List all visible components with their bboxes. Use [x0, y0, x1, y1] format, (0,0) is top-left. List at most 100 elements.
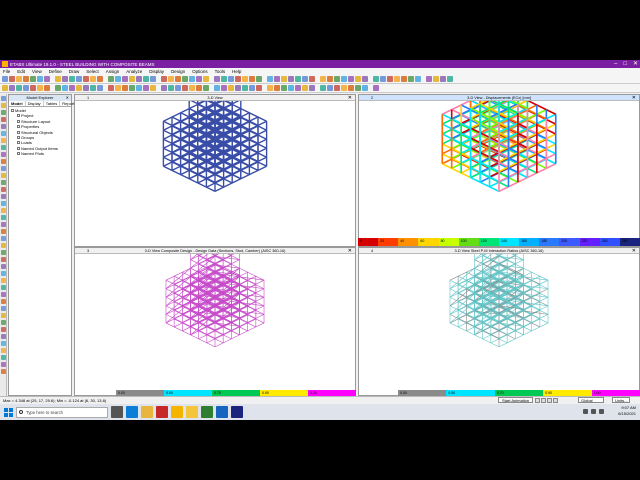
- toolbar-tool-icon[interactable]: [83, 85, 89, 91]
- toolbar-tool-icon[interactable]: [214, 85, 220, 91]
- toolbar-tool-icon[interactable]: [281, 76, 287, 82]
- draw-tool-icon[interactable]: [1, 187, 6, 192]
- menu-define[interactable]: Define: [49, 69, 62, 74]
- draw-tool-icon[interactable]: [1, 229, 6, 234]
- toolbar-tool-icon[interactable]: [44, 85, 50, 91]
- toolbar-tool-icon[interactable]: [143, 85, 149, 91]
- toolbar-tool-icon[interactable]: [108, 76, 114, 82]
- expand-icon[interactable]: [17, 114, 20, 118]
- draw-tool-icon[interactable]: [1, 334, 6, 339]
- toolbar-tool-icon[interactable]: [150, 85, 156, 91]
- toolbar-tool-icon[interactable]: [161, 85, 167, 91]
- file-explorer-icon[interactable]: [141, 406, 153, 418]
- toolbar-tool-icon[interactable]: [440, 76, 446, 82]
- toolbar-tool-icon[interactable]: [9, 85, 15, 91]
- toolbar-tool-icon[interactable]: [16, 76, 22, 82]
- toolbar-tool-icon[interactable]: [228, 85, 234, 91]
- toolbar-tool-icon[interactable]: [433, 76, 439, 82]
- toolbar-tool-icon[interactable]: [334, 76, 340, 82]
- draw-tool-icon[interactable]: [1, 124, 6, 129]
- prev-step-icon[interactable]: [541, 398, 546, 403]
- menu-tools[interactable]: Tools: [215, 69, 226, 74]
- close-button[interactable]: ✕: [633, 60, 638, 68]
- tab-model[interactable]: Model: [9, 101, 26, 106]
- toolbar-tool-icon[interactable]: [189, 85, 195, 91]
- draw-tool-icon[interactable]: [1, 145, 6, 150]
- draw-tool-icon[interactable]: [1, 222, 6, 227]
- toolbar-tool-icon[interactable]: [447, 76, 453, 82]
- toolbar-tool-icon[interactable]: [355, 85, 361, 91]
- toolbar-tool-icon[interactable]: [9, 76, 15, 82]
- toolbar-tool-icon[interactable]: [288, 85, 294, 91]
- toolbar-tool-icon[interactable]: [320, 85, 326, 91]
- draw-tool-icon[interactable]: [1, 369, 6, 374]
- etabs-taskbar-icon[interactable]: [231, 406, 243, 418]
- toolbar-tool-icon[interactable]: [62, 76, 68, 82]
- battery-icon[interactable]: [599, 409, 604, 414]
- maximize-button[interactable]: □: [623, 60, 627, 68]
- toolbar-tool-icon[interactable]: [380, 76, 386, 82]
- toolbar-tool-icon[interactable]: [309, 76, 315, 82]
- toolbar-tool-icon[interactable]: [267, 85, 273, 91]
- toolbar-tool-icon[interactable]: [37, 85, 43, 91]
- menu-select[interactable]: Select: [86, 69, 99, 74]
- toolbar-tool-icon[interactable]: [394, 76, 400, 82]
- toolbar-tool-icon[interactable]: [235, 76, 241, 82]
- chrome-browser-icon[interactable]: [171, 406, 183, 418]
- draw-tool-icon[interactable]: [1, 257, 6, 262]
- tree-node-named-plots[interactable]: Named Plots: [11, 151, 69, 156]
- draw-tool-icon[interactable]: [1, 278, 6, 283]
- start-animation-button[interactable]: Start Animation: [498, 397, 534, 403]
- toolbar-tool-icon[interactable]: [362, 76, 368, 82]
- toolbar-tool-icon[interactable]: [69, 76, 75, 82]
- expand-icon[interactable]: [17, 141, 20, 145]
- toolbar-tool-icon[interactable]: [221, 76, 227, 82]
- toolbar-tool-icon[interactable]: [274, 85, 280, 91]
- draw-tool-icon[interactable]: [1, 166, 6, 171]
- toolbar-tool-icon[interactable]: [108, 85, 114, 91]
- draw-tool-icon[interactable]: [1, 243, 6, 248]
- toolbar-tool-icon[interactable]: [129, 76, 135, 82]
- toolbar-tool-icon[interactable]: [249, 85, 255, 91]
- view-pane-steel-pm-ratios[interactable]: 4 3-D View Steel P-M Interaction Ratios …: [358, 247, 640, 396]
- toolbar-tool-icon[interactable]: [295, 76, 301, 82]
- toolbar-tool-icon[interactable]: [327, 76, 333, 82]
- toolbar-tool-icon[interactable]: [182, 76, 188, 82]
- toolbar-tool-icon[interactable]: [143, 76, 149, 82]
- menu-display[interactable]: Display: [149, 69, 164, 74]
- excel-icon[interactable]: [201, 406, 213, 418]
- edge-browser-icon[interactable]: [126, 406, 138, 418]
- toolbar-tool-icon[interactable]: [189, 76, 195, 82]
- draw-tool-icon[interactable]: [1, 264, 6, 269]
- folder-icon[interactable]: [186, 406, 198, 418]
- toolbar-tool-icon[interactable]: [23, 85, 29, 91]
- draw-tool-icon[interactable]: [1, 313, 6, 318]
- expand-icon[interactable]: [17, 130, 20, 134]
- draw-tool-icon[interactable]: [1, 215, 6, 220]
- menu-file[interactable]: File: [3, 69, 10, 74]
- draw-tool-icon[interactable]: [1, 362, 6, 367]
- expand-icon[interactable]: [17, 125, 20, 129]
- toolbar-tool-icon[interactable]: [69, 85, 75, 91]
- draw-tool-icon[interactable]: [1, 292, 6, 297]
- toolbar-tool-icon[interactable]: [90, 85, 96, 91]
- last-step-icon[interactable]: [553, 398, 558, 403]
- draw-tool-icon[interactable]: [1, 348, 6, 353]
- toolbar-tool-icon[interactable]: [55, 85, 61, 91]
- toolbar-tool-icon[interactable]: [401, 76, 407, 82]
- toolbar-tool-icon[interactable]: [115, 76, 121, 82]
- draw-tool-icon[interactable]: [1, 299, 6, 304]
- toolbar-tool-icon[interactable]: [44, 76, 50, 82]
- draw-tool-icon[interactable]: [1, 96, 6, 101]
- toolbar-tool-icon[interactable]: [2, 85, 8, 91]
- expand-icon[interactable]: [17, 119, 20, 123]
- taskbar-clock[interactable]: 9:07 AM 6/15/2021: [618, 405, 636, 417]
- menu-assign[interactable]: Assign: [106, 69, 120, 74]
- toolbar-tool-icon[interactable]: [16, 85, 22, 91]
- toolbar-tool-icon[interactable]: [274, 76, 280, 82]
- draw-tool-icon[interactable]: [1, 201, 6, 206]
- draw-tool-icon[interactable]: [1, 173, 6, 178]
- tab-tables[interactable]: Tables: [44, 101, 61, 106]
- volume-icon[interactable]: [591, 409, 596, 414]
- toolbar-tool-icon[interactable]: [426, 76, 432, 82]
